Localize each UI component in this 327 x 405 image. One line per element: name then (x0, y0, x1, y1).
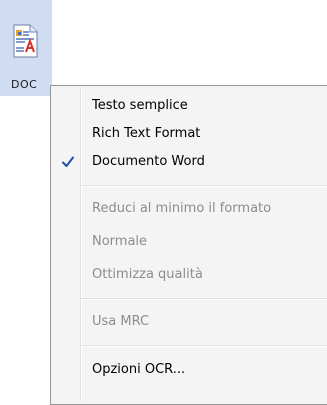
menu-separator (81, 185, 327, 187)
menu-item-label: Opzioni OCR... (92, 362, 186, 377)
menu-separator (81, 345, 327, 347)
menu-item-usa-mrc[interactable]: Usa MRC (53, 308, 327, 336)
menu-item-opzioni-ocr[interactable]: Opzioni OCR... (53, 356, 327, 384)
menu-item-label: Usa MRC (92, 314, 150, 329)
menu-item-ottimizza-qualita[interactable]: Ottimizza qualità (53, 261, 327, 289)
menu-item-normale[interactable]: Normale (53, 228, 327, 256)
menu-item-label: Ottimizza qualità (92, 267, 203, 282)
menu-item-reduci-formato[interactable]: Reduci al minimo il formato (53, 195, 327, 223)
menu-item-label: Rich Text Format (92, 126, 201, 141)
menu-item-label: Reduci al minimo il formato (92, 201, 272, 216)
doc-format-tile[interactable]: DOC (0, 0, 52, 96)
menu-item-label: Documento Word (92, 154, 205, 169)
checkmark-icon (62, 156, 74, 167)
menu-item-label: Normale (92, 234, 148, 249)
menu-item-label: Testo semplice (92, 98, 188, 113)
menu-separator (81, 298, 327, 300)
menu-item-rich-text-format[interactable]: Rich Text Format (53, 120, 327, 148)
word-document-icon (13, 24, 38, 58)
context-menu: Testo semplice Rich Text Format Document… (50, 85, 327, 405)
menu-item-testo-semplice[interactable]: Testo semplice (53, 92, 327, 120)
menu-item-documento-word[interactable]: Documento Word (53, 148, 327, 176)
doc-format-label: DOC (11, 78, 38, 91)
